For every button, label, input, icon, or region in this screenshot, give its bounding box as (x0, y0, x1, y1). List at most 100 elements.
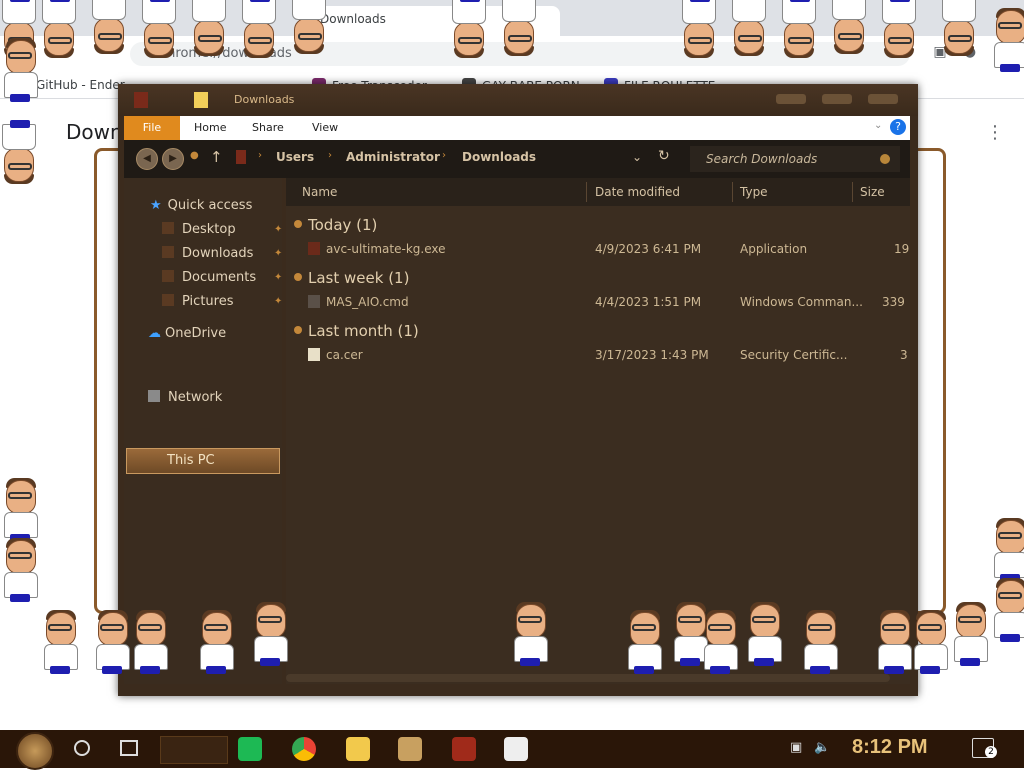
chevron-right-icon: › (442, 150, 446, 161)
cartoon-character-sprite (990, 8, 1024, 72)
cartoon-character-sprite (880, 0, 920, 58)
app-icon[interactable] (452, 737, 476, 761)
nav-documents[interactable]: Documents (162, 270, 256, 285)
cortana-icon[interactable] (74, 740, 90, 756)
app-icon[interactable] (398, 737, 422, 761)
cartoon-character-sprite (250, 602, 290, 666)
file-row[interactable]: avc-ultimate-kg.exe 4/9/2023 6:41 PM App… (286, 240, 910, 260)
search-input[interactable]: Search Downloads (690, 146, 900, 172)
file-date: 4/9/2023 6:41 PM (595, 242, 702, 256)
notification-center-icon[interactable]: 2 (972, 738, 997, 758)
start-button[interactable] (16, 732, 54, 770)
file-list: Name Date modified Type Size Today (1) a… (286, 178, 910, 684)
cartoon-character-sprite (990, 518, 1024, 582)
breadcrumb-downloads[interactable]: Downloads (462, 150, 536, 164)
chevron-right-icon: › (258, 150, 262, 161)
column-name[interactable]: Name (302, 185, 337, 199)
pin-icon: ✦ (274, 296, 283, 307)
nav-desktop[interactable]: Desktop (162, 222, 236, 237)
exe-file-icon (308, 242, 320, 255)
documents-icon (162, 270, 174, 282)
file-size: 19 (894, 242, 910, 256)
group-bullet-icon (294, 220, 302, 228)
cartoon-character-sprite (140, 0, 180, 58)
cartoon-character-sprite (780, 0, 820, 58)
group-header-last-month[interactable]: Last month (1) (294, 322, 419, 340)
cartoon-character-sprite (290, 0, 330, 54)
task-view-icon[interactable] (120, 740, 138, 756)
column-type[interactable]: Type (740, 185, 768, 199)
nav-pictures[interactable]: Pictures (162, 294, 233, 309)
address-navigation-bar: ◀ ▶ ● ↑ › Users › Administrator › Downlo… (124, 140, 910, 178)
file-explorer-icon[interactable] (346, 737, 370, 761)
nav-this-pc[interactable]: This PC (126, 448, 280, 474)
cartoon-character-sprite (130, 610, 170, 674)
spotify-icon[interactable] (238, 737, 262, 761)
pin-icon: ✦ (274, 248, 283, 259)
ribbon: File Home Share View ⌄ ? (124, 116, 910, 140)
quick-access-toolbar-icon[interactable] (134, 92, 148, 108)
nav-downloads[interactable]: Downloads (162, 246, 253, 261)
file-name: ca.cer (308, 348, 363, 362)
maximize-button[interactable] (822, 94, 852, 104)
close-button[interactable] (868, 94, 898, 104)
file-row[interactable]: ca.cer 3/17/2023 1:43 PM Security Certif… (286, 346, 910, 366)
app-icon[interactable] (504, 737, 528, 761)
up-arrow-icon[interactable]: ↑ (210, 148, 223, 166)
desktop-icon (162, 222, 174, 234)
expand-ribbon-icon[interactable]: ⌄ (874, 120, 882, 131)
certificate-file-icon (308, 348, 320, 361)
cartoon-character-sprite (910, 610, 950, 674)
cartoon-character-sprite (830, 0, 870, 54)
breadcrumb-administrator[interactable]: Administrator (346, 150, 440, 164)
chevron-right-icon: › (328, 150, 332, 161)
nav-onedrive[interactable]: ☁ OneDrive (148, 326, 226, 341)
nav-network[interactable]: Network (148, 390, 222, 405)
help-icon[interactable]: ? (890, 119, 906, 135)
cartoon-character-sprite (90, 0, 130, 54)
tab-view[interactable]: View (312, 116, 338, 140)
group-header-last-week[interactable]: Last week (1) (294, 269, 409, 287)
tab-file[interactable]: File (124, 116, 180, 140)
bookmark-github[interactable]: GitHub - Ender (36, 78, 125, 92)
cartoon-character-sprite (240, 0, 280, 58)
column-divider[interactable] (852, 182, 853, 202)
recent-locations-icon[interactable]: ● (190, 150, 199, 161)
forward-button[interactable]: ▶ (162, 148, 184, 170)
cartoon-character-sprite (40, 0, 80, 58)
nav-quick-access[interactable]: ★ Quick access (150, 198, 252, 213)
column-date-modified[interactable]: Date modified (595, 185, 680, 199)
column-divider[interactable] (732, 182, 733, 202)
cartoon-character-sprite (800, 610, 840, 674)
pin-icon: ✦ (274, 224, 283, 235)
column-size[interactable]: Size (860, 185, 885, 199)
notification-badge: 2 (985, 746, 997, 758)
tab-home[interactable]: Home (194, 116, 226, 140)
group-header-today[interactable]: Today (1) (294, 216, 377, 234)
script-file-icon (308, 295, 320, 308)
cartoon-character-sprite (0, 38, 40, 102)
network-tray-icon[interactable]: ▣ (790, 740, 802, 755)
search-placeholder: Search Downloads (706, 152, 818, 166)
search-icon (880, 154, 890, 164)
file-row[interactable]: MAS_AIO.cmd 4/4/2023 1:51 PM Windows Com… (286, 293, 910, 313)
clock[interactable]: 8:12 PM (852, 736, 928, 759)
chrome-icon[interactable] (292, 737, 316, 761)
location-icon (236, 150, 246, 164)
address-dropdown-icon[interactable]: ⌄ (632, 150, 642, 164)
cartoon-character-sprite (990, 578, 1024, 642)
window-title: Downloads (234, 93, 295, 106)
minimize-button[interactable] (776, 94, 806, 104)
column-divider[interactable] (586, 182, 587, 202)
cartoon-character-sprite (510, 602, 550, 666)
volume-muted-icon[interactable]: 🔈 (814, 740, 830, 755)
more-menu-icon[interactable]: ⋮ (986, 122, 1004, 143)
horizontal-scrollbar[interactable] (286, 674, 890, 682)
back-button[interactable]: ◀ (136, 148, 158, 170)
taskbar-search[interactable] (160, 736, 228, 764)
tab-share[interactable]: Share (252, 116, 284, 140)
breadcrumb-users[interactable]: Users (276, 150, 314, 164)
cartoon-character-sprite (680, 0, 720, 58)
cartoon-character-sprite (196, 610, 236, 674)
refresh-icon[interactable]: ↻ (658, 148, 670, 164)
